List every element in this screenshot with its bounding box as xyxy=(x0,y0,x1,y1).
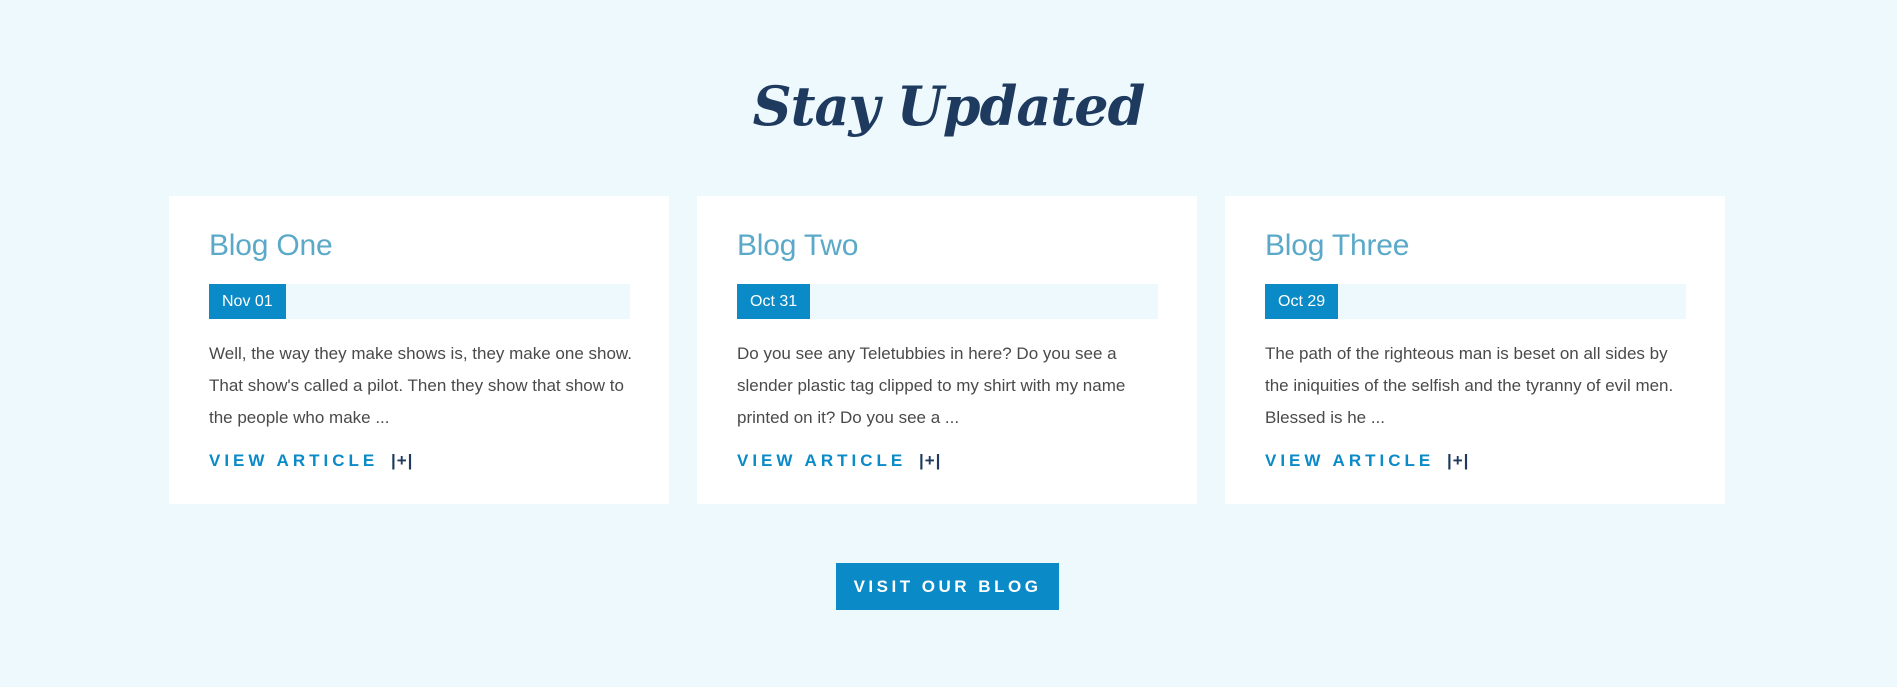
view-article-link[interactable]: VIEW ARTICLE |+| xyxy=(1265,450,1469,472)
date-badge: Oct 31 xyxy=(737,284,811,319)
blog-card: Blog Two Oct 31 Do you see any Teletubbi… xyxy=(697,196,1197,504)
view-article-label: VIEW ARTICLE xyxy=(1265,451,1435,470)
view-article-label: VIEW ARTICLE xyxy=(737,451,907,470)
plus-icon: |+| xyxy=(1446,451,1470,470)
date-badge: Nov 01 xyxy=(209,284,286,319)
plus-icon: |+| xyxy=(918,451,942,470)
view-article-link[interactable]: VIEW ARTICLE |+| xyxy=(737,450,941,472)
blog-card-excerpt: Do you see any Teletubbies in here? Do y… xyxy=(737,344,1126,427)
view-article-link[interactable]: VIEW ARTICLE |+| xyxy=(209,450,413,472)
visit-our-blog-button[interactable]: VISIT OUR BLOG xyxy=(836,563,1059,610)
blog-card-excerpt: Well, the way they make shows is, they m… xyxy=(209,344,632,427)
date-bar: Oct 29 xyxy=(1265,284,1686,319)
blog-card-excerpt: The path of the righteous man is beset o… xyxy=(1265,344,1674,427)
blog-card-title[interactable]: Blog One xyxy=(209,226,333,266)
blog-card-title[interactable]: Blog Three xyxy=(1265,226,1409,266)
blog-card: Blog Three Oct 29 The path of the righte… xyxy=(1225,196,1725,504)
blog-card-title[interactable]: Blog Two xyxy=(737,226,858,266)
date-bar: Oct 31 xyxy=(737,284,1158,319)
blog-cards: Blog One Nov 01 Well, the way they make … xyxy=(169,196,1725,504)
view-article-label: VIEW ARTICLE xyxy=(209,451,379,470)
plus-icon: |+| xyxy=(390,451,414,470)
blog-card: Blog One Nov 01 Well, the way they make … xyxy=(169,196,669,504)
date-bar: Nov 01 xyxy=(209,284,630,319)
date-badge: Oct 29 xyxy=(1265,284,1339,319)
section-title: Stay Updated xyxy=(752,74,1146,138)
